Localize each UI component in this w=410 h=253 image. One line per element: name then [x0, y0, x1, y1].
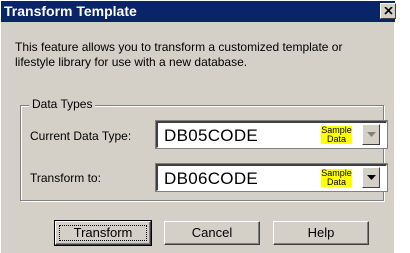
- data-types-legend: Data Types: [29, 97, 96, 112]
- transform-to-value: DB06CODE: [164, 169, 259, 188]
- focus-rectangle: [59, 225, 147, 241]
- transform-to-label: Transform to:: [30, 171, 101, 185]
- cancel-button[interactable]: Cancel: [164, 221, 260, 245]
- current-data-type-label: Current Data Type:: [30, 129, 132, 143]
- current-data-type-combo: DB05CODE Sample Data: [155, 120, 388, 149]
- title-bar[interactable]: Transform Template: [1, 1, 396, 22]
- chevron-down-icon: [367, 175, 376, 180]
- transform-to-dropdown-button[interactable]: [362, 167, 380, 188]
- current-data-type-dropdown-button: [362, 124, 380, 145]
- help-button-label: Help: [307, 225, 335, 240]
- window-title: Transform Template: [4, 3, 137, 19]
- sample-data-badge: Sample Data: [321, 168, 352, 187]
- chevron-down-icon: [367, 132, 376, 137]
- transform-to-combo[interactable]: DB06CODE Sample Data: [155, 163, 388, 192]
- help-button[interactable]: Help: [273, 221, 369, 245]
- sample-data-badge: Sample Data: [321, 125, 352, 144]
- transform-template-dialog: Transform Template This feature allows y…: [0, 0, 396, 253]
- current-data-type-value: DB05CODE: [164, 126, 259, 145]
- transform-button[interactable]: Transform: [54, 220, 152, 246]
- close-button[interactable]: [380, 3, 396, 19]
- description-text: This feature allows you to transform a c…: [15, 40, 343, 69]
- close-icon: [384, 7, 393, 15]
- cancel-button-label: Cancel: [191, 225, 233, 240]
